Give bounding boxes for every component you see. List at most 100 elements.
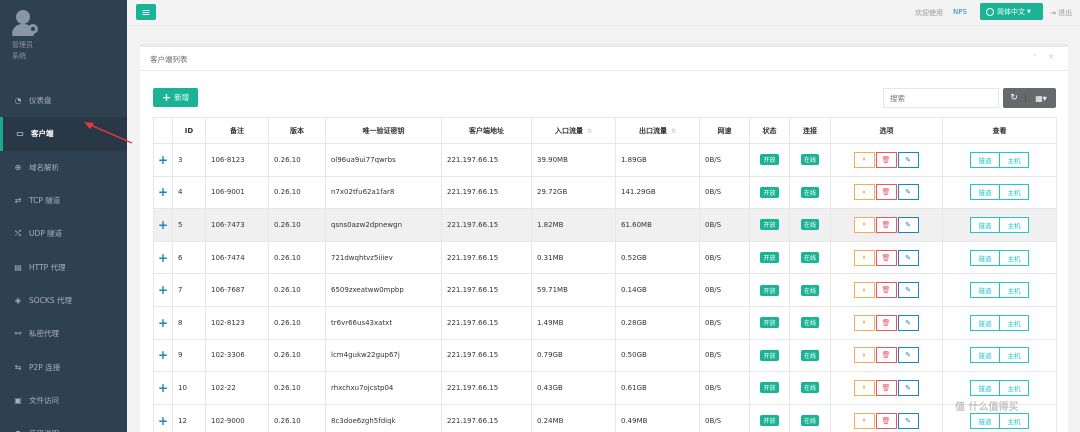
tunnel-button[interactable]: 隧道: [970, 282, 1000, 299]
columns-toggle-icon[interactable]: ▦▾: [1025, 93, 1056, 103]
status-badge: 开放: [760, 415, 779, 427]
trash-icon[interactable]: 🗑: [875, 347, 897, 364]
sidebar-item-0[interactable]: ◔ 仪表盘: [0, 84, 127, 117]
column-header[interactable]: 出口流量 ⇅: [615, 117, 700, 144]
cell-view: 隧道 主机: [942, 338, 1057, 373]
pause-icon[interactable]: ⏸: [853, 249, 875, 266]
sidebar-item-5[interactable]: ▤ HTTP 代理: [0, 250, 127, 283]
host-button[interactable]: 主机: [999, 347, 1029, 364]
sidebar-item-2[interactable]: ⊕ 域名解析: [0, 151, 127, 184]
column-header: 选项: [830, 117, 943, 144]
cell-version: 0.26.10: [268, 208, 326, 242]
refresh-icon[interactable]: ↻: [1003, 93, 1025, 103]
cell-address: 221.197.66.15: [441, 403, 532, 432]
edit-icon[interactable]: ✎: [897, 216, 919, 233]
column-header-label: 网速: [717, 126, 732, 135]
trash-icon[interactable]: 🗑: [875, 249, 897, 266]
trash-icon[interactable]: 🗑: [875, 314, 897, 331]
connection-badge: 在线: [800, 252, 819, 264]
add-client-button[interactable]: + 新增: [153, 88, 198, 107]
tunnel-button[interactable]: 隧道: [970, 216, 1000, 233]
pause-icon[interactable]: ⏸: [853, 314, 875, 331]
tunnel-button[interactable]: 隧道: [970, 379, 1000, 396]
sidebar-item-8[interactable]: ⇆ P2P 连接: [0, 350, 127, 383]
panel-tools[interactable]: ⌃ ✕: [1032, 53, 1058, 61]
host-button[interactable]: 主机: [999, 314, 1029, 331]
pause-icon[interactable]: ⏸: [853, 184, 875, 201]
pause-icon[interactable]: ⏸: [853, 282, 875, 299]
column-header: ID: [172, 117, 206, 144]
tunnel-button[interactable]: 隧道: [970, 347, 1000, 364]
client-list-panel: 客户端列表 ⌃ ✕ + 新增 ↻ ▦▾ ID 备注 版本 唯一验证密钥 客户端地址 入口流…: [140, 44, 1068, 432]
status-badge: 开放: [760, 186, 779, 198]
cell-options: ⏸ 🗑 ✎: [830, 273, 943, 307]
trash-icon[interactable]: 🗑: [875, 184, 897, 201]
menu-toggle-button[interactable]: ≡: [136, 4, 156, 20]
pause-icon[interactable]: ⏸: [853, 151, 875, 168]
row-actions: ⏸ 🗑 ✎: [853, 151, 920, 168]
expand-row-icon[interactable]: +: [153, 208, 173, 242]
tunnel-button[interactable]: 隧道: [970, 412, 1000, 429]
expand-row-icon[interactable]: +: [153, 338, 173, 373]
edit-icon[interactable]: ✎: [897, 412, 919, 429]
sidebar-item-7[interactable]: ⚯ 私密代理: [0, 317, 127, 350]
pause-icon[interactable]: ⏸: [853, 412, 875, 429]
table-row: +3 106-8123 0.26.10 ol96ua9ui77qwrbs 221.197…: [153, 143, 1057, 177]
edit-icon[interactable]: ✎: [897, 347, 919, 364]
host-button[interactable]: 主机: [999, 379, 1029, 396]
edit-icon[interactable]: ✎: [897, 314, 919, 331]
tunnel-button[interactable]: 隧道: [970, 184, 1000, 201]
edit-icon[interactable]: ✎: [897, 151, 919, 168]
edit-icon[interactable]: ✎: [897, 184, 919, 201]
search-input[interactable]: [883, 88, 999, 108]
pause-icon[interactable]: ⏸: [853, 379, 875, 396]
cell-address: 221.197.66.15: [441, 240, 532, 275]
link-icon: ⚯: [14, 329, 22, 339]
host-button[interactable]: 主机: [999, 282, 1029, 299]
cell-inflow: 0.43GB: [531, 371, 616, 405]
tunnel-button[interactable]: 隧道: [970, 249, 1000, 266]
sidebar-item-10[interactable]: ● 使用说明: [0, 417, 127, 432]
host-button[interactable]: 主机: [999, 184, 1029, 201]
expand-row-icon[interactable]: +: [153, 143, 173, 177]
cell-view: 隧道 主机: [942, 175, 1057, 210]
expand-row-icon[interactable]: +: [153, 403, 173, 432]
column-header: 状态: [749, 117, 790, 144]
edit-icon[interactable]: ✎: [897, 282, 919, 299]
column-header[interactable]: 入口流量 ⇅: [531, 117, 616, 144]
host-button[interactable]: 主机: [999, 151, 1029, 168]
trash-icon[interactable]: 🗑: [875, 151, 897, 168]
expand-row-icon[interactable]: +: [153, 240, 173, 275]
logout-link[interactable]: ⇥ 退出: [1050, 8, 1072, 18]
trash-icon[interactable]: 🗑: [875, 379, 897, 396]
host-button[interactable]: 主机: [999, 216, 1029, 233]
trash-icon[interactable]: 🗑: [875, 216, 897, 233]
sidebar-item-3[interactable]: ⇄ TCP 隧道: [0, 184, 127, 217]
edit-icon[interactable]: ✎: [897, 249, 919, 266]
trash-icon[interactable]: 🗑: [875, 282, 897, 299]
pause-icon[interactable]: ⏸: [853, 216, 875, 233]
cell-speed: 0B/S: [699, 403, 750, 432]
edit-icon[interactable]: ✎: [897, 379, 919, 396]
table-row: +6 106-7474 0.26.10 721dwqhtvz5iiiev 221.197…: [153, 240, 1057, 275]
connection-badge: 在线: [800, 415, 819, 427]
table-row: +4 106-9001 0.26.10 n7x02tfu62a1far8 221.197…: [153, 175, 1057, 210]
cell-connection: 在线: [789, 371, 831, 405]
expand-row-icon[interactable]: +: [153, 175, 173, 210]
host-button[interactable]: 主机: [999, 249, 1029, 266]
cell-options: ⏸ 🗑 ✎: [830, 175, 943, 210]
tunnel-button[interactable]: 隧道: [970, 314, 1000, 331]
sidebar-item-6[interactable]: ◈ SOCKS 代理: [0, 284, 127, 317]
expand-row-icon[interactable]: +: [153, 273, 173, 307]
host-button[interactable]: 主机: [999, 412, 1029, 429]
tunnel-button[interactable]: 隧道: [970, 151, 1000, 168]
user-profile[interactable]: 管理员 系统: [0, 0, 127, 80]
trash-icon[interactable]: 🗑: [875, 412, 897, 429]
language-dropdown[interactable]: 简体中文 ▼: [980, 3, 1043, 20]
expand-row-icon[interactable]: +: [153, 305, 173, 340]
sidebar-item-4[interactable]: ⤭ UDP 隧道: [0, 217, 127, 250]
nps-link[interactable]: NPS: [953, 8, 967, 16]
sidebar-item-9[interactable]: ▣ 文件访问: [0, 384, 127, 417]
expand-row-icon[interactable]: +: [153, 371, 173, 405]
pause-icon[interactable]: ⏸: [853, 347, 875, 364]
